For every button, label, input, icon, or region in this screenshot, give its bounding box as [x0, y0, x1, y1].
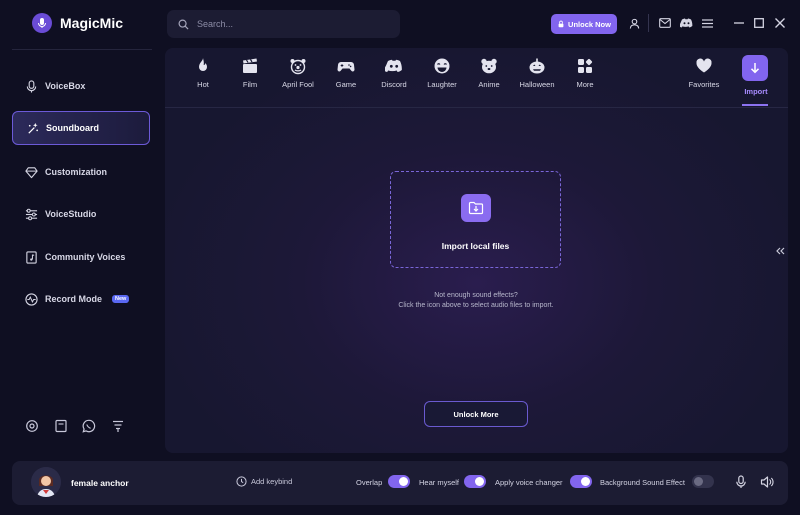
- background-sound-effect-toggle[interactable]: [692, 475, 714, 488]
- unlock-now-button[interactable]: Unlock Now: [551, 14, 617, 34]
- category-label: Game: [335, 80, 357, 89]
- magicmic-logo-icon: [32, 13, 52, 33]
- laughing-face-icon: [434, 58, 450, 74]
- add-keybind-button[interactable]: Add keybind: [236, 476, 292, 487]
- clapperboard-icon: [243, 58, 257, 73]
- sidebar-item-label: Customization: [45, 167, 107, 177]
- search-icon: [178, 19, 189, 30]
- chat-icon[interactable]: [82, 419, 96, 433]
- menu-icon[interactable]: [699, 15, 715, 31]
- category-label: More: [576, 80, 594, 89]
- hear-myself-toggle[interactable]: [464, 475, 486, 488]
- search-input[interactable]: [197, 19, 387, 29]
- category-label: Halloween: [519, 80, 555, 89]
- clown-icon: [290, 59, 306, 75]
- category-label: April Fool: [282, 80, 314, 89]
- download-arrow-icon: [750, 63, 760, 74]
- apply-voice-changer-toggle[interactable]: [570, 475, 592, 488]
- sliders-icon: [25, 208, 38, 220]
- app-logo: MagicMic: [32, 13, 123, 33]
- add-keybind-label: Add keybind: [251, 477, 293, 486]
- active-tab-indicator: [742, 104, 768, 106]
- flame-icon: [199, 58, 207, 71]
- background-sound-effect-label: Background Sound Effect: [600, 478, 685, 487]
- apply-voice-changer-label: Apply voice changer: [495, 478, 563, 487]
- category-import-label[interactable]: Import: [728, 87, 784, 96]
- category-divider: [165, 107, 788, 108]
- category-favorites[interactable]: Favorites: [676, 57, 732, 89]
- sidebar-item-voicestudio[interactable]: VoiceStudio: [12, 197, 150, 231]
- microphone-icon[interactable]: [734, 475, 748, 489]
- hear-myself-label: Hear myself: [419, 478, 460, 487]
- bear-face-icon: [481, 58, 497, 74]
- sidebar-item-community-voices[interactable]: Community Voices: [12, 240, 150, 274]
- sidebar-item-label: VoiceStudio: [45, 209, 97, 219]
- category-more[interactable]: More: [557, 57, 613, 89]
- sidebar-item-label: Soundboard: [46, 123, 99, 133]
- category-label: Laughter: [427, 80, 457, 89]
- discord-icon[interactable]: [678, 15, 694, 31]
- heart-icon: [696, 58, 712, 73]
- sidebar-item-record-mode[interactable]: Record Mode New: [12, 282, 150, 316]
- gamepad-icon: [337, 62, 355, 72]
- category-label: Hot: [197, 80, 209, 89]
- sidebar-item-label: Record Mode: [45, 294, 103, 304]
- category-label: Film: [242, 80, 258, 89]
- app-name: MagicMic: [60, 15, 124, 31]
- hint-line-2: Click the icon above to select audio fil…: [398, 302, 554, 309]
- header-divider: [648, 14, 649, 32]
- pumpkin-icon: [529, 58, 545, 74]
- overlap-label: Overlap: [356, 478, 383, 487]
- settings-gear-icon[interactable]: [25, 419, 39, 433]
- maximize-icon[interactable]: [751, 15, 767, 31]
- category-label: Anime: [478, 80, 500, 89]
- sidebar-item-voicebox[interactable]: VoiceBox: [12, 69, 150, 103]
- sidebar-item-label: VoiceBox: [45, 81, 86, 91]
- user-icon[interactable]: [626, 15, 642, 31]
- sidebar-item-label: Community Voices: [45, 252, 126, 262]
- discord-icon: [385, 59, 402, 72]
- new-badge: New: [112, 295, 130, 303]
- sidebar-item-customization[interactable]: Customization: [12, 155, 150, 189]
- keybind-icon: [236, 476, 247, 487]
- filter-icon[interactable]: [111, 419, 125, 433]
- sidebar-item-soundboard[interactable]: Soundboard: [12, 111, 150, 145]
- diamond-icon: [25, 166, 38, 178]
- folder-import-icon: [460, 194, 491, 222]
- collapse-panel-icon[interactable]: [772, 243, 788, 259]
- waveform-icon: [25, 292, 38, 306]
- import-local-files-label: Import local files: [441, 241, 510, 251]
- microphone-icon: [26, 79, 37, 93]
- close-icon[interactable]: [772, 15, 788, 31]
- mail-icon[interactable]: [657, 15, 673, 31]
- import-tab-icon[interactable]: [742, 55, 768, 81]
- overlap-toggle[interactable]: [388, 475, 410, 488]
- grid-icon: [578, 58, 593, 73]
- category-label: Favorites: [688, 80, 720, 89]
- hint-line-1: Not enough sound effects?: [434, 292, 518, 299]
- minimize-icon[interactable]: [731, 15, 747, 31]
- book-icon[interactable]: [54, 419, 68, 433]
- category-label: Discord: [381, 80, 407, 89]
- import-drop-area[interactable]: Import local files: [390, 171, 561, 268]
- speaker-icon[interactable]: [760, 475, 774, 489]
- current-voice-name: female anchor: [71, 478, 129, 488]
- avatar[interactable]: [31, 467, 61, 497]
- unlock-now-label: Unlock Now: [568, 19, 611, 29]
- unlock-more-button[interactable]: Unlock More: [424, 401, 528, 427]
- sidebar-divider: [12, 49, 152, 50]
- search-bar[interactable]: [167, 10, 400, 38]
- music-file-icon: [26, 250, 37, 264]
- sparkle-wand-icon: [28, 122, 38, 134]
- lock-icon: [558, 20, 564, 28]
